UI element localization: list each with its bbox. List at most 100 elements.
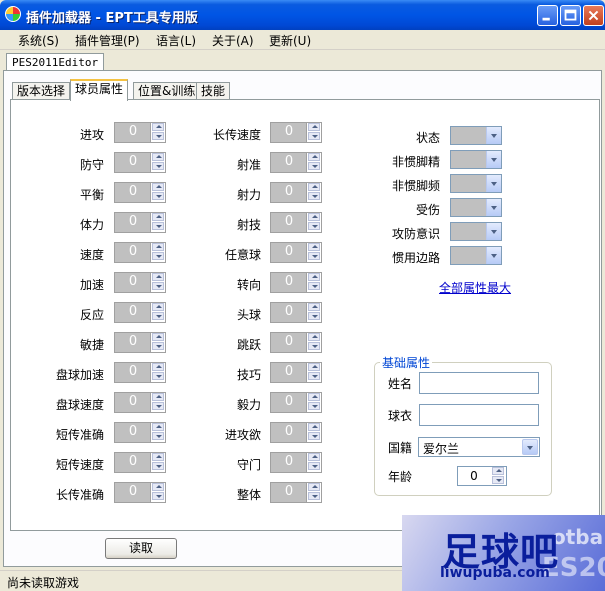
spin-up-icon[interactable]: [152, 273, 164, 281]
attr-stepper[interactable]: 0: [270, 242, 322, 263]
attr-stepper[interactable]: 0: [114, 332, 166, 353]
age-down-icon[interactable]: [492, 476, 504, 484]
menu-language[interactable]: 语言(L): [156, 32, 196, 49]
maximize-button[interactable]: [560, 5, 581, 26]
attr-select[interactable]: [450, 198, 502, 217]
attr-select[interactable]: [450, 174, 502, 193]
spin-down-icon[interactable]: [308, 402, 320, 410]
spin-down-icon[interactable]: [308, 162, 320, 170]
max-all-attributes-link[interactable]: 全部属性最大: [439, 279, 511, 296]
spin-up-icon[interactable]: [308, 243, 320, 251]
attr-stepper[interactable]: 0: [270, 122, 322, 143]
spin-up-icon[interactable]: [308, 303, 320, 311]
tab-version-select[interactable]: 版本选择: [12, 82, 71, 100]
spin-up-icon[interactable]: [308, 363, 320, 371]
attr-stepper[interactable]: 0: [270, 272, 322, 293]
close-button[interactable]: [583, 5, 604, 26]
spin-up-icon[interactable]: [308, 453, 320, 461]
chevron-down-icon[interactable]: [486, 223, 501, 240]
spin-down-icon[interactable]: [308, 252, 320, 260]
spin-down-icon[interactable]: [152, 162, 164, 170]
attr-stepper[interactable]: 0: [114, 392, 166, 413]
spin-up-icon[interactable]: [152, 453, 164, 461]
spin-up-icon[interactable]: [152, 363, 164, 371]
attr-stepper[interactable]: 0: [114, 212, 166, 233]
spin-up-icon[interactable]: [308, 333, 320, 341]
spin-down-icon[interactable]: [308, 432, 320, 440]
read-button[interactable]: 读取: [105, 538, 177, 559]
tab-pes2011editor[interactable]: PES2011Editor: [6, 53, 105, 71]
tab-skills[interactable]: 技能: [196, 82, 231, 100]
spin-up-icon[interactable]: [308, 393, 320, 401]
spin-down-icon[interactable]: [152, 432, 164, 440]
age-up-icon[interactable]: [492, 467, 504, 475]
tab-position-training[interactable]: 位置&训练: [133, 82, 201, 100]
spin-up-icon[interactable]: [152, 423, 164, 431]
attr-stepper[interactable]: 0: [270, 362, 322, 383]
menu-system[interactable]: 系统(S): [18, 32, 59, 49]
attr-stepper[interactable]: 0: [114, 302, 166, 323]
spin-up-icon[interactable]: [308, 273, 320, 281]
shirt-input[interactable]: [419, 404, 539, 426]
attr-stepper[interactable]: 0: [114, 362, 166, 383]
spin-up-icon[interactable]: [152, 153, 164, 161]
spin-up-icon[interactable]: [308, 213, 320, 221]
attr-stepper[interactable]: 0: [270, 152, 322, 173]
spin-down-icon[interactable]: [308, 492, 320, 500]
spin-up-icon[interactable]: [152, 243, 164, 251]
spin-down-icon[interactable]: [308, 132, 320, 140]
attr-stepper[interactable]: 0: [114, 452, 166, 473]
chevron-down-icon[interactable]: [486, 127, 501, 144]
attr-stepper[interactable]: 0: [270, 332, 322, 353]
spin-down-icon[interactable]: [308, 192, 320, 200]
attr-stepper[interactable]: 0: [114, 422, 166, 443]
menu-plugin-manager[interactable]: 插件管理(P): [75, 32, 140, 49]
spin-down-icon[interactable]: [152, 192, 164, 200]
spin-up-icon[interactable]: [308, 183, 320, 191]
spin-down-icon[interactable]: [152, 312, 164, 320]
attr-stepper[interactable]: 0: [114, 272, 166, 293]
spin-down-icon[interactable]: [308, 282, 320, 290]
attr-stepper[interactable]: 0: [270, 392, 322, 413]
attr-select[interactable]: [450, 150, 502, 169]
spin-down-icon[interactable]: [152, 402, 164, 410]
chevron-down-icon[interactable]: [486, 175, 501, 192]
name-input[interactable]: [419, 372, 539, 394]
spin-down-icon[interactable]: [308, 372, 320, 380]
attr-stepper[interactable]: 0: [114, 122, 166, 143]
spin-up-icon[interactable]: [308, 483, 320, 491]
attr-stepper[interactable]: 0: [270, 182, 322, 203]
spin-up-icon[interactable]: [308, 153, 320, 161]
spin-down-icon[interactable]: [308, 312, 320, 320]
attr-stepper[interactable]: 0: [114, 182, 166, 203]
attr-select[interactable]: [450, 126, 502, 145]
spin-up-icon[interactable]: [152, 333, 164, 341]
spin-down-icon[interactable]: [152, 222, 164, 230]
minimize-button[interactable]: [537, 5, 558, 26]
spin-down-icon[interactable]: [152, 492, 164, 500]
attr-stepper[interactable]: 0: [114, 242, 166, 263]
spin-down-icon[interactable]: [152, 372, 164, 380]
attr-select[interactable]: [450, 222, 502, 241]
attr-stepper[interactable]: 0: [270, 302, 322, 323]
spin-down-icon[interactable]: [152, 252, 164, 260]
spin-up-icon[interactable]: [152, 123, 164, 131]
spin-down-icon[interactable]: [152, 342, 164, 350]
nationality-select[interactable]: 爱尔兰: [418, 437, 540, 457]
menu-about[interactable]: 关于(A): [212, 32, 254, 49]
attr-stepper[interactable]: 0: [114, 482, 166, 503]
chevron-down-icon[interactable]: [522, 439, 538, 455]
attr-stepper[interactable]: 0: [270, 212, 322, 233]
spin-down-icon[interactable]: [308, 462, 320, 470]
spin-down-icon[interactable]: [152, 282, 164, 290]
attr-stepper[interactable]: 0: [270, 482, 322, 503]
chevron-down-icon[interactable]: [486, 151, 501, 168]
spin-up-icon[interactable]: [152, 303, 164, 311]
menu-update[interactable]: 更新(U): [269, 32, 311, 49]
spin-down-icon[interactable]: [308, 222, 320, 230]
spin-down-icon[interactable]: [152, 132, 164, 140]
chevron-down-icon[interactable]: [486, 247, 501, 264]
spin-up-icon[interactable]: [152, 483, 164, 491]
spin-up-icon[interactable]: [152, 393, 164, 401]
spin-down-icon[interactable]: [152, 462, 164, 470]
